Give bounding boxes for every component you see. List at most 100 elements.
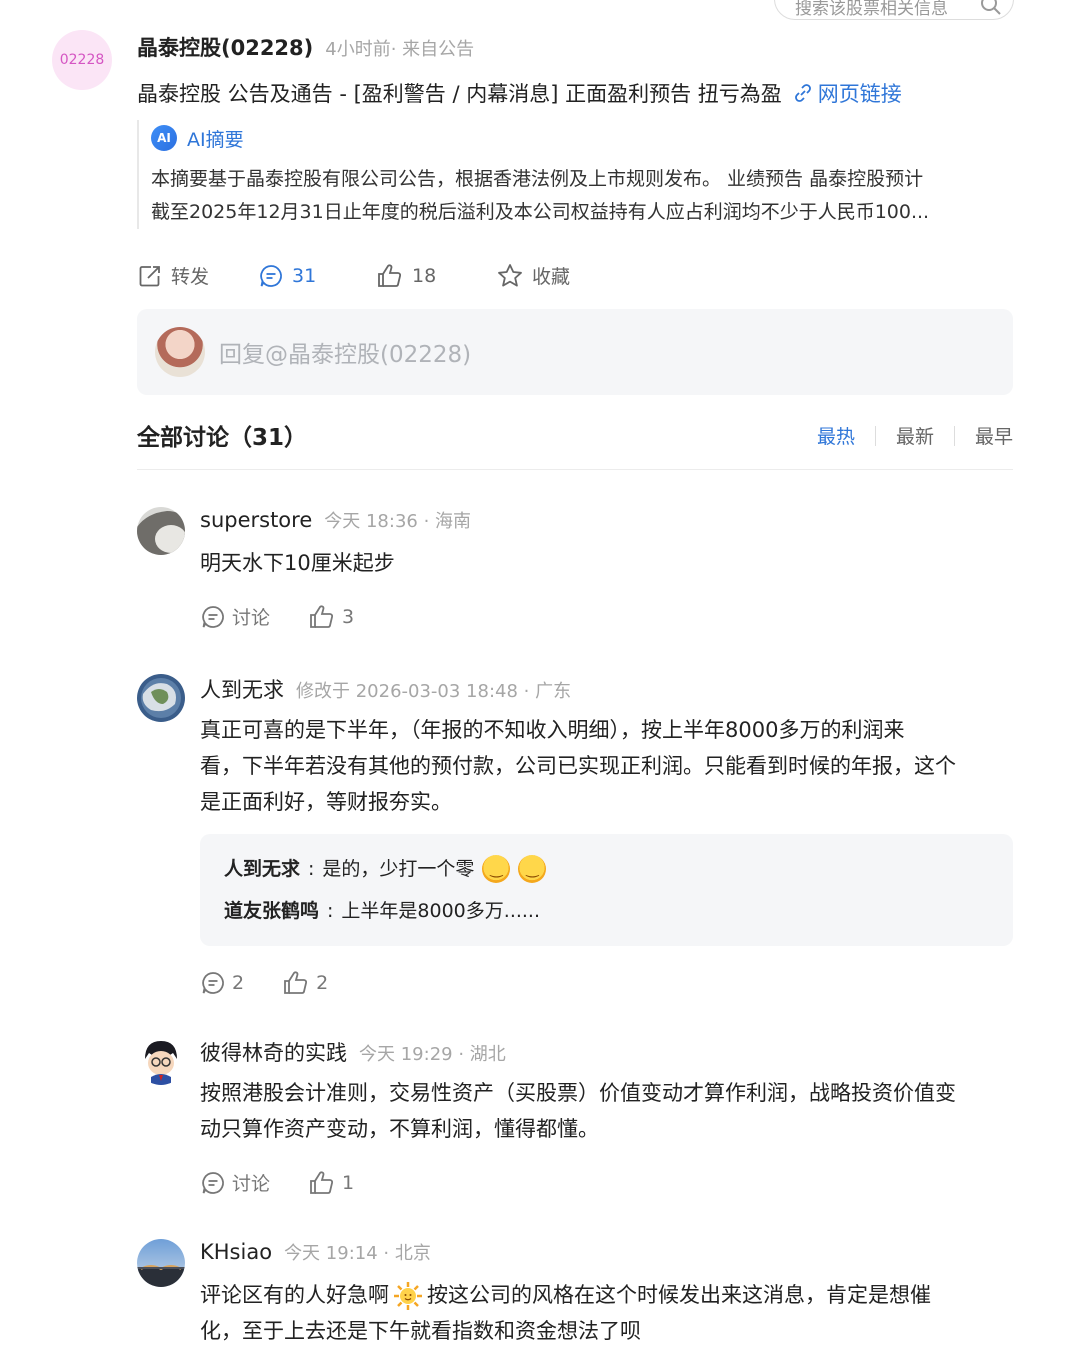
discussion-header: 全部讨论（31） 最热 最新 最早 [137,418,1013,470]
reply-button[interactable]: 讨论 [200,603,270,630]
comment-line: 按照港股会计准则，交易性资产（买股票）价值变动才算作利润，战略投资价值变 [200,1081,956,1105]
comment-line: 评论区有的人好急啊 按这公司的风格在这个时候发出来这消息，肯定是想催 [200,1277,1013,1313]
ai-summary-label: AI摘要 [187,128,244,151]
post-author[interactable]: 晶泰控股(02228) [137,32,313,62]
comment-icon [202,605,224,628]
comment-meta: 修改于 2026-03-03 18:48 · 广东 [296,681,572,702]
divider [874,425,876,446]
post-title: 晶泰控股 公告及通告 - [盈利警告 / 内幕消息] 正面盈利预告 扭亏為盈 网… [137,78,902,108]
reply-input-box[interactable]: 回复@晶泰控股(02228) [137,309,1013,395]
comment-icon [202,1171,224,1194]
web-link[interactable]: 网页链接 [792,78,902,108]
web-link-label[interactable]: 网页链接 [818,78,902,108]
sun-emoji-icon [394,1282,422,1310]
stock-avatar[interactable]: 02228 [52,30,112,90]
comment-text: 评论区有的人好急啊 按这公司的风格在这个时候发出来这消息，肯定是想催 化，至于上去… [200,1277,1013,1349]
ai-icon: AI [151,125,177,151]
comment-actions: 讨论 3 [200,603,1013,630]
post-actions: 转发 31 18 收藏 [137,262,570,289]
avatar[interactable] [137,1037,185,1085]
comment-author[interactable]: KHsiao [200,1240,272,1264]
smile-emoji-icon: ‿ [482,855,511,883]
thumbs-up-icon [310,1170,334,1194]
comment-line: 动只算作资产变动，不算利润，懂得都懂。 [200,1117,599,1141]
comment-text: 明天水下10厘米起步 [200,545,1013,581]
comment-author[interactable]: 人到无求 [200,674,284,704]
reply-label[interactable]: 讨论 [232,603,270,630]
comment-line-part: 评论区有的人好急啊 [200,1283,389,1307]
forward-icon [139,265,160,286]
sub-reply[interactable]: 人到无求 : 是的，少打一个零 ‿ ‿ [224,848,989,890]
favorite-button[interactable]: 收藏 [496,262,570,289]
comment-text: 按照港股会计准则，交易性资产（买股票）价值变动才算作利润，战略投资价值变 动只算… [200,1075,1013,1147]
ai-summary-line: 本摘要基于晶泰控股有限公司公告，根据香港法例及上市规则发布。 业绩预告 晶泰控股… [151,168,924,190]
favorite-label[interactable]: 收藏 [532,262,570,289]
like-count[interactable]: 2 [316,972,328,994]
comment-author[interactable]: superstore [200,508,312,532]
sort-newest[interactable]: 最新 [896,422,934,449]
link-icon [792,82,814,104]
comment-author[interactable]: 彼得林奇的实践 [200,1037,347,1067]
like-button[interactable]: 3 [308,604,354,630]
comment-actions: 讨论 1 [200,1169,1013,1196]
avatar[interactable] [137,674,185,722]
forward-label[interactable]: 转发 [171,262,209,289]
post-title-text: 晶泰控股 公告及通告 - [盈利警告 / 内幕消息] 正面盈利预告 扭亏為盈 [137,82,782,106]
sub-reply-author[interactable]: 道友张鹤鸣 [224,890,319,932]
avatar[interactable] [137,1239,185,1287]
search-box[interactable]: 搜索该股票相关信息 [774,0,1014,20]
discussion-title: 全部讨论（31） [137,425,308,451]
colon: : [308,858,315,880]
search-input[interactable]: 搜索该股票相关信息 [795,0,948,19]
sort-tabs: 最热 最新 最早 [817,422,1013,449]
ai-summary: AI AI摘要 本摘要基于晶泰控股有限公司公告，根据香港法例及上市规则发布。 业… [137,120,1013,229]
comment-line: 明天水下10厘米起步 [200,551,395,575]
comment-count[interactable]: 31 [292,265,316,287]
sub-reply-text: 是的，少打一个零 [322,858,475,880]
forward-button[interactable]: 转发 [137,262,258,289]
comment-meta: 今天 19:29 · 湖北 [359,1044,506,1065]
comment-line-part: 按这公司的风格在这个时候发出来这消息，肯定是想催 [427,1283,931,1307]
sub-replies[interactable]: 人到无求 : 是的，少打一个零 ‿ ‿ 道友张鹤鸣 : 上半年是8000多万..… [200,834,1013,946]
reply-button[interactable]: 2 [200,970,244,996]
reply-label[interactable]: 讨论 [232,1169,270,1196]
ai-summary-line: 截至2025年12月31日止年度的税后溢利及本公司权益持有人应占利润均不少于人民… [151,201,930,223]
like-count[interactable]: 3 [342,606,354,628]
ai-summary-text: 本摘要基于晶泰控股有限公司公告，根据香港法例及上市规则发布。 业绩预告 晶泰控股… [151,163,1015,229]
like-button[interactable]: 1 [308,1170,354,1196]
search-icon[interactable] [969,0,1013,19]
sort-hot[interactable]: 最热 [817,422,855,449]
like-count[interactable]: 1 [342,1172,354,1194]
comment-line: 化，至于上去还是下午就看指数和资金想法了呗 [200,1319,641,1343]
like-button[interactable]: 2 [282,970,328,996]
divider [953,425,955,446]
sub-reply[interactable]: 道友张鹤鸣 : 上半年是8000多万...... [224,890,989,932]
comment-line: 真正可喜的是下半年，（年报的不知收入明细），按上半年8000多万的利润来 [200,718,905,742]
thumbs-up-icon [284,971,308,994]
colon: : [327,900,334,922]
post-header: 晶泰控股(02228) 4小时前· 来自公告 [137,32,474,62]
comment-text: 真正可喜的是下半年，（年报的不知收入明细），按上半年8000多万的利润来 看，下… [200,712,1013,820]
comment-meta: 今天 18:36 · 海南 [324,511,472,532]
reply-count[interactable]: 2 [232,972,244,994]
smile-emoji-icon: ‿ [518,855,547,883]
comment-count-button[interactable]: 31 [258,263,376,289]
ai-summary-header: AI AI摘要 [151,120,1013,156]
thumbs-up-icon [310,604,334,628]
like-count[interactable]: 18 [412,265,436,287]
star-icon [498,263,522,286]
sort-oldest[interactable]: 最早 [975,422,1013,449]
reply-input[interactable]: 回复@晶泰控股(02228) [219,335,471,369]
comment-actions: 2 2 [200,970,1013,996]
comment-icon [202,972,224,994]
reply-button[interactable]: 讨论 [200,1169,270,1196]
like-button[interactable]: 18 [376,263,496,289]
sub-reply-author[interactable]: 人到无求 [224,848,300,890]
sub-reply-text: 上半年是8000多万...... [341,900,541,922]
comment-line: 看，下半年若没有其他的预付款，公司已实现正利润。只能看到时候的年报，这个 [200,754,956,778]
avatar[interactable] [137,507,185,555]
comment-icon [260,264,282,287]
post-meta: 4小时前· 来自公告 [325,39,475,60]
comment-line: 是正面利好，等财报夯实。 [200,790,452,814]
my-avatar [155,327,205,377]
